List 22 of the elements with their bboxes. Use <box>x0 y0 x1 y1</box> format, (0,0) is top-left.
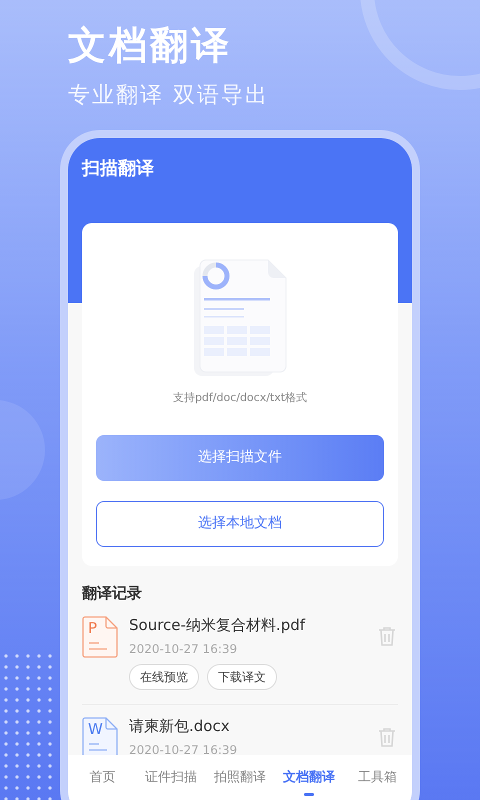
action-chip[interactable]: 在线预览 <box>129 664 199 690</box>
tab[interactable]: 首页 <box>89 769 116 787</box>
file-icon: P <box>82 616 118 658</box>
subtitle: 专业翻译 双语导出 <box>68 82 269 110</box>
trash-icon[interactable] <box>378 727 396 747</box>
file-time: 2020-10-27 16:39 <box>129 742 238 759</box>
file-time: 2020-10-27 16:39 <box>129 641 238 658</box>
local-document-button[interactable]: 选择本地文档 <box>96 500 384 546</box>
tab-indicator <box>304 793 314 796</box>
file-name: Source-纳米复合材料.pdf <box>129 615 306 636</box>
headline: 文档翻译 <box>68 22 233 68</box>
tab[interactable]: 文档翻译 <box>282 769 335 787</box>
tab[interactable]: 证件扫描 <box>145 769 198 787</box>
screen-title: 扫描翻译 <box>82 157 155 181</box>
scan-file-button[interactable]: 选择扫描文件 <box>96 434 384 480</box>
action-chip[interactable]: 下载译文 <box>207 664 277 690</box>
tab[interactable]: 拍照翻译 <box>214 769 266 787</box>
format-caption: 支持pdf/doc/docx/txt格式 <box>172 390 308 406</box>
file-name: 请柬新包.docx <box>129 716 231 737</box>
trash-icon[interactable] <box>378 626 396 646</box>
section-title: 翻译记录 <box>82 583 143 604</box>
tab[interactable]: 工具箱 <box>358 769 398 787</box>
